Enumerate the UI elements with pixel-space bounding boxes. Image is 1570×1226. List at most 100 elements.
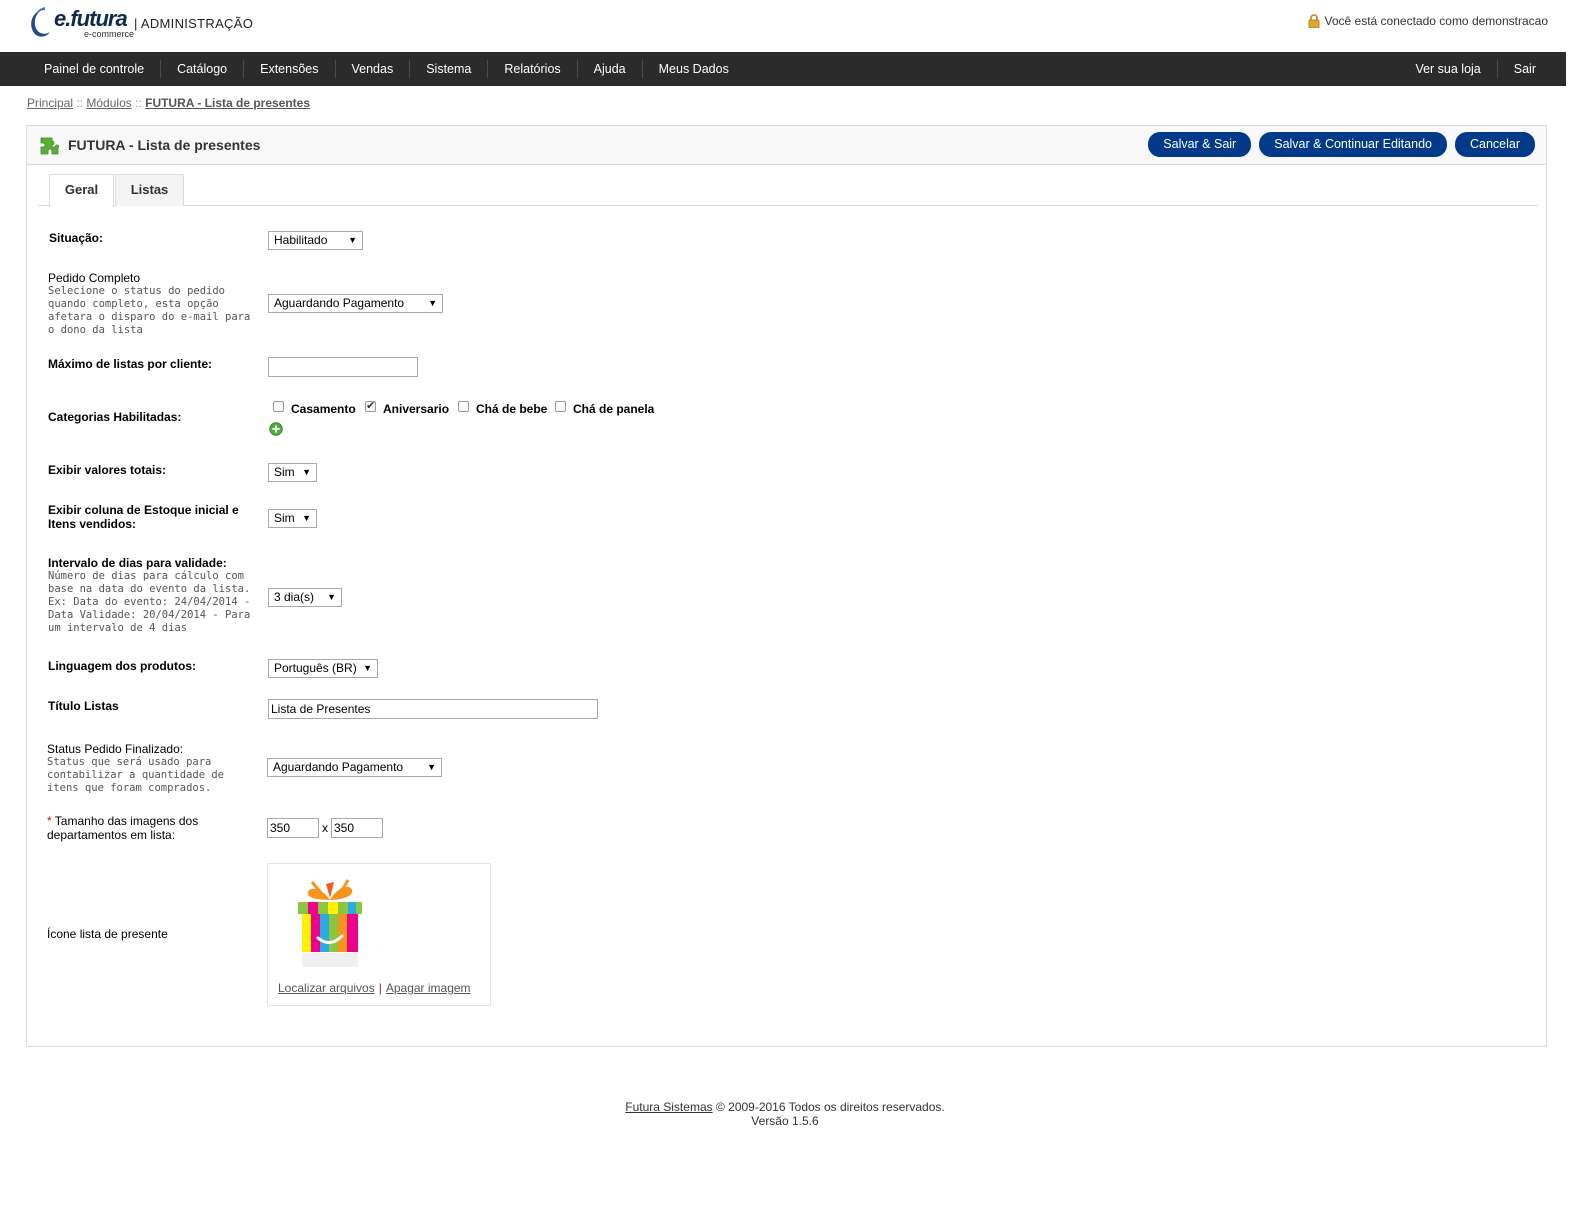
tamanho-label-text: Tamanho das imagens dos departamentos em… [47,814,199,842]
image-actions: Localizar arquivos | Apagar imagem [278,981,471,995]
dropdown-arrow-icon: ▼ [327,592,336,602]
titulo-input[interactable]: Lista de Presentes [268,699,598,719]
linguagem-value: Português (BR) [274,661,357,675]
logged-in-status: Você está conectado como demonstracao [1308,14,1548,28]
logo-subtitle: e-commerce [84,29,135,39]
pedido-completo-help: Selecione o status do pedido quando comp… [48,285,251,336]
exibir-totais-select[interactable]: Sim ▼ [268,463,317,482]
footer-version: Versão 1.5.6 [751,1114,819,1128]
exibir-totais-value: Sim [274,465,295,479]
header: e.futura e-commerce | ADMINISTRAÇÃO Você… [0,0,1570,52]
menu-item-vendas[interactable]: Vendas [334,60,410,78]
dropdown-arrow-icon: ▼ [348,235,357,245]
max-listas-input[interactable] [268,357,418,377]
categorias-label: Categorias Habilitadas: [48,410,182,424]
pedido-completo-value: Aguardando Pagamento [274,296,405,310]
required-marker: * [47,814,52,828]
pedido-completo-select[interactable]: Aguardando Pagamento ▼ [268,294,443,313]
menu-item-extensoes[interactable]: Extensões [243,60,334,78]
icone-label: Ícone lista de presente [47,927,168,941]
breadcrumb: Principal :: Módulos :: FUTURA - Lista d… [27,96,310,110]
status-finalizado-title: Status Pedido Finalizado: [47,742,184,756]
status-finalizado-select[interactable]: Aguardando Pagamento ▼ [267,758,442,777]
dropdown-arrow-icon: ▼ [302,513,311,523]
dropdown-arrow-icon: ▼ [302,467,311,477]
dropdown-arrow-icon: ▼ [363,663,372,673]
menu-item-relatorios[interactable]: Relatórios [487,60,576,78]
tabs-underline [38,205,1538,206]
linguagem-select[interactable]: Português (BR) ▼ [268,659,378,678]
situacao-value: Habilitado [274,233,328,247]
module-panel: FUTURA - Lista de presentes Salvar & Sai… [26,125,1547,1047]
checkbox-aniversario[interactable] [365,399,376,412]
checkbox-cha-panela-label: Chá de panela [573,402,655,416]
breadcrumb-separator: :: [135,96,142,110]
pedido-completo-label: Pedido Completo Selecione o status do pe… [48,271,253,337]
breadcrumb-separator: :: [76,96,84,110]
situacao-select[interactable]: Habilitado ▼ [268,231,363,250]
checkbox-casamento[interactable] [273,401,284,412]
checkbox-cha-panela[interactable] [555,401,566,412]
titulo-label: Título Listas [48,699,119,713]
save-continue-button[interactable]: Salvar & Continuar Editando [1259,132,1447,157]
intervalo-title: Intervalo de dias para validade: [48,556,227,570]
checkbox-casamento-label: Casamento [291,402,356,416]
menu-item-sistema[interactable]: Sistema [409,60,487,78]
icon-image-panel: Localizar arquivos | Apagar imagem [267,863,491,1006]
checkbox-cha-bebe-label: Chá de bebe [476,402,548,416]
situacao-label: Situação: [49,231,104,245]
menu-item-sair[interactable]: Sair [1496,60,1552,78]
tab-geral[interactable]: Geral [49,174,114,207]
save-exit-button[interactable]: Salvar & Sair [1148,132,1252,157]
breadcrumb-principal[interactable]: Principal [27,96,73,110]
checkbox-aniversario-label: Aniversario [383,402,450,416]
menu-item-meus-dados[interactable]: Meus Dados [641,60,745,78]
page-title: FUTURA - Lista de presentes [68,137,261,153]
footer-rights: © 2009-2016 Todos os direitos reservados… [715,1100,945,1114]
exibir-totais-label: Exibir valores totais: [48,463,167,477]
tamanho-separator: x [322,821,328,835]
tamanho-label: * Tamanho das imagens dos departamentos … [47,814,227,842]
logo-wordmark: e.futura [54,6,128,31]
menu-item-ajuda[interactable]: Ajuda [576,60,642,78]
pedido-completo-title: Pedido Completo [48,271,141,285]
status-finalizado-value: Aguardando Pagamento [273,760,404,774]
tamanho-width-input[interactable]: 350 [267,818,319,838]
menu-item-ver-loja[interactable]: Ver sua loja [1399,60,1496,78]
breadcrumb-modulos[interactable]: Módulos [86,96,131,110]
menu-item-catalogo[interactable]: Catálogo [160,60,243,78]
tab-listas[interactable]: Listas [115,174,184,206]
intervalo-label: Intervalo de dias para validade: Número … [48,556,253,635]
checkbox-cha-bebe[interactable] [458,401,469,412]
status-finalizado-help: Status que será usado para contabilizar … [47,756,225,794]
intervalo-select[interactable]: 3 dia(s) ▼ [268,588,342,607]
footer: Futura Sistemas © 2009-2016 Todos os dir… [0,1100,1570,1128]
brand-logo[interactable]: e.futura e-commerce [26,6,134,42]
link-separator: | [378,981,382,995]
tamanho-height-input[interactable]: 350 [331,818,383,838]
logo-swirl-icon [31,7,50,37]
status-finalizado-label: Status Pedido Finalizado: Status que ser… [47,742,252,795]
exibir-estoque-label: Exibir coluna de Estoque inicial e Itens… [48,503,239,531]
puzzle-plugin-icon [40,137,59,155]
dropdown-arrow-icon: ▼ [427,762,436,772]
cancel-button[interactable]: Cancelar [1454,132,1535,157]
max-listas-label: Máximo de listas por cliente: [48,357,213,371]
footer-company-link[interactable]: Futura Sistemas [625,1100,712,1114]
intervalo-value: 3 dia(s) [274,590,315,604]
intervalo-help: Número de dias para cálculo com base na … [48,570,251,634]
lock-icon [1308,14,1319,28]
delete-image-link[interactable]: Apagar imagem [386,981,471,995]
menu-item-painel[interactable]: Painel de controle [28,60,160,78]
browse-files-link[interactable]: Localizar arquivos [278,981,375,995]
add-category-icon[interactable] [269,422,283,436]
admin-label: | ADMINISTRAÇÃO [134,16,254,31]
breadcrumb-current[interactable]: FUTURA - Lista de presentes [145,96,310,110]
linguagem-label: Linguagem dos produtos: [48,659,196,673]
dropdown-arrow-icon: ▼ [428,298,437,308]
main-menu: Painel de controle Catálogo Extensões Ve… [0,52,1566,86]
exibir-estoque-value: Sim [274,511,295,525]
gift-box-icon [298,879,362,967]
panel-heading: FUTURA - Lista de presentes Salvar & Sai… [27,126,1546,165]
exibir-estoque-select[interactable]: Sim ▼ [268,509,317,528]
